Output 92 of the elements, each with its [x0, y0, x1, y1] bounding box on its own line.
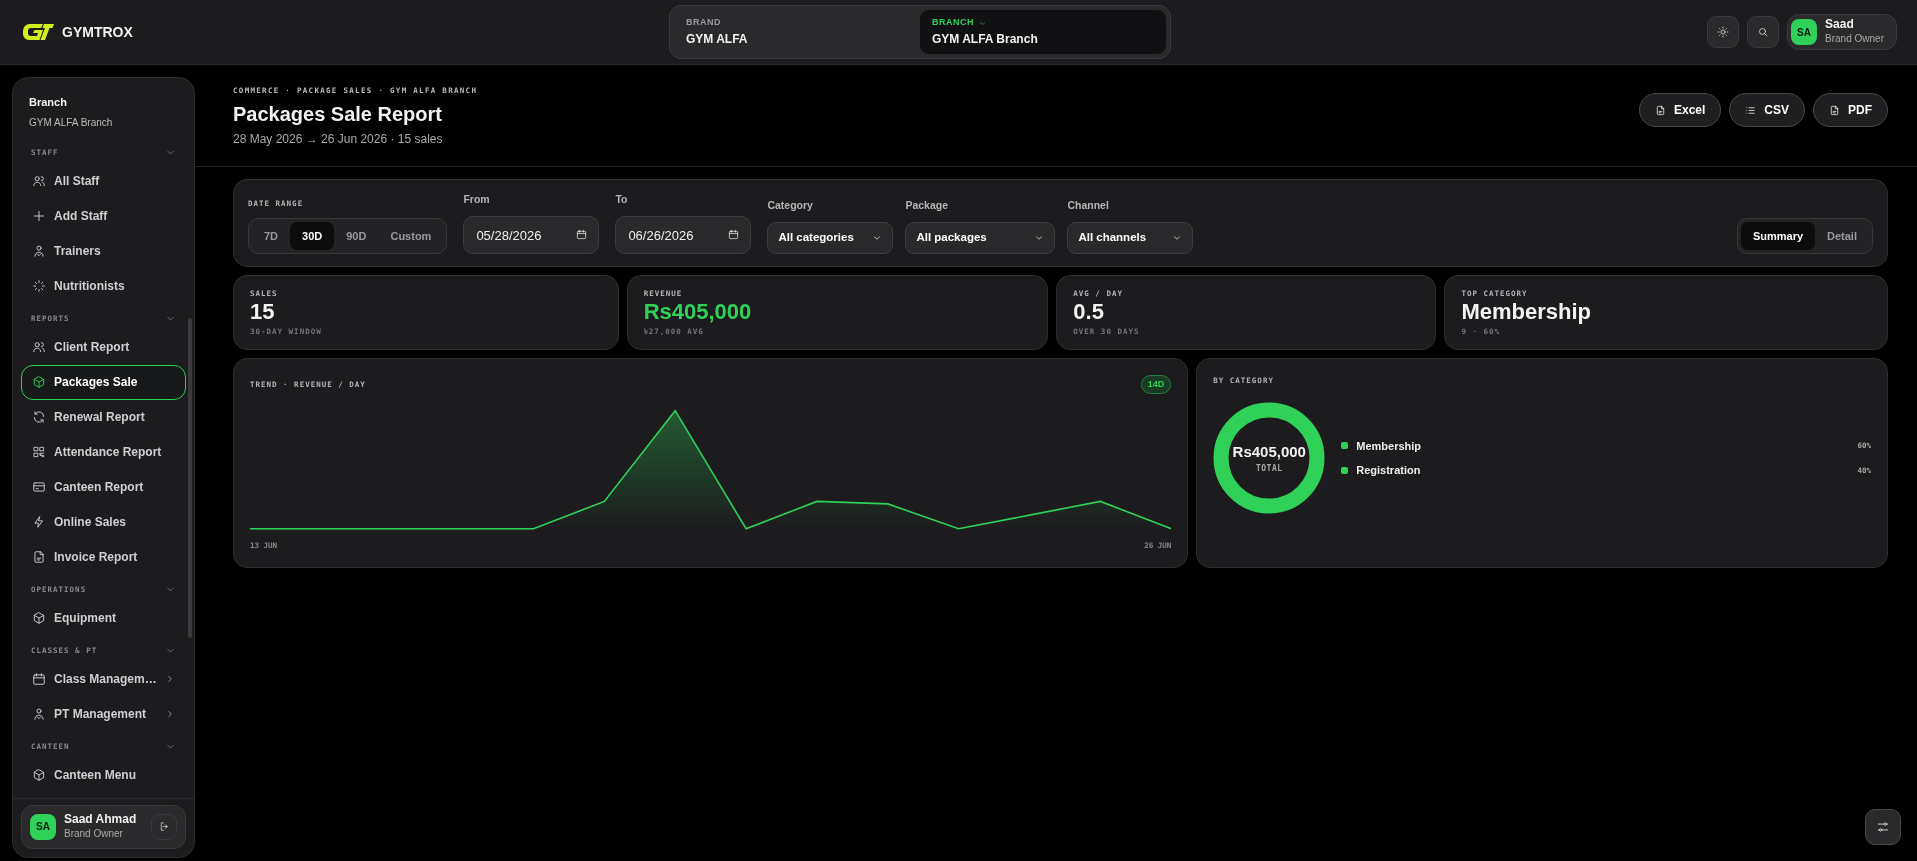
- chevron-down-icon: [1034, 233, 1045, 243]
- range-option[interactable]: 7D: [252, 221, 291, 250]
- switcher-tab[interactable]: BRANCH GYM ALFA Branch: [919, 10, 1166, 54]
- select-field[interactable]: All categories: [767, 222, 894, 254]
- range-option[interactable]: Custom: [378, 221, 444, 250]
- grid-icon: [32, 445, 46, 459]
- user-avatar: SA: [30, 813, 56, 840]
- kpi-value: Membership: [1461, 299, 1593, 326]
- calendar-icon: [576, 229, 588, 240]
- field-label: To: [615, 192, 629, 208]
- legend-label: Membership: [1356, 438, 1423, 454]
- file-icon: [32, 550, 46, 564]
- page-subtitle: 28 May 2026 → 26 Jun 2026 · 15 sales: [233, 131, 444, 149]
- range-option[interactable]: 90D: [334, 221, 379, 250]
- context-value: GYM ALFA Branch: [29, 115, 114, 130]
- range-badge: 14D: [1140, 374, 1172, 395]
- sidebar-item[interactable]: Renewal Report: [21, 399, 186, 435]
- user-menu[interactable]: SA Saad Brand Owner: [1787, 13, 1897, 51]
- settings-button[interactable]: [1865, 809, 1901, 845]
- plus-icon: [32, 209, 46, 223]
- logout-icon[interactable]: [158, 821, 170, 833]
- field-label: Package: [905, 198, 949, 214]
- sun-icon[interactable]: [1717, 26, 1730, 38]
- file-icon: [1829, 104, 1840, 116]
- chevron-down-icon: [1172, 233, 1183, 243]
- user-avatar: SA: [1791, 19, 1818, 45]
- export-button[interactable]: Excel: [1638, 93, 1722, 127]
- users-icon: [32, 174, 46, 188]
- cube-icon: [32, 768, 46, 782]
- sidebar-item[interactable]: Add Staff: [21, 198, 186, 234]
- export-button[interactable]: CSV: [1729, 93, 1805, 127]
- list-icon: [1745, 104, 1757, 116]
- calendar-icon: [728, 229, 740, 240]
- legend-label: Registration: [1356, 463, 1422, 479]
- sidebar-item[interactable]: PT Management: [21, 696, 186, 732]
- field-label: Channel: [1067, 198, 1110, 214]
- user-role: Brand Owner: [1825, 32, 1884, 47]
- theme-button[interactable]: [1707, 16, 1740, 48]
- context-label: Branch: [29, 95, 68, 110]
- range-option[interactable]: 30D: [290, 221, 335, 250]
- user-role: Brand Owner: [64, 827, 124, 841]
- date-field[interactable]: 05/28/2026: [463, 216, 600, 254]
- select-field[interactable]: All packages: [905, 222, 1056, 254]
- person-icon: [32, 244, 46, 258]
- person-icon: [32, 707, 46, 721]
- sidebar-item[interactable]: Client Report: [21, 329, 186, 365]
- kpi-value: 15: [250, 299, 276, 326]
- chevron-down-icon: [872, 233, 883, 243]
- field-label: Category: [767, 198, 814, 214]
- donut-total: Rs405,000: [1232, 441, 1306, 462]
- sidebar-item[interactable]: All Staff: [21, 163, 186, 199]
- donut-label: TOTAL: [1255, 463, 1283, 476]
- lightning-icon: [32, 515, 46, 529]
- view-toggle[interactable]: Detail: [1815, 221, 1869, 250]
- sidebar-item[interactable]: Class Managem…: [21, 661, 186, 697]
- user-name: Saad: [1825, 17, 1855, 32]
- date-field[interactable]: 06/26/2026: [615, 216, 752, 254]
- chevron-right-icon: [165, 709, 175, 719]
- legend-swatch: [1341, 442, 1349, 450]
- kpi-value: 0.5: [1073, 299, 1105, 326]
- legend-swatch: [1341, 466, 1349, 474]
- card-icon: [32, 480, 46, 494]
- sidebar-item[interactable]: Equipment: [21, 600, 186, 636]
- field-label: From: [463, 192, 491, 208]
- sidebar-item[interactable]: Canteen Report: [21, 469, 186, 505]
- settings-icon[interactable]: [1876, 820, 1890, 834]
- sidebar-item[interactable]: Canteen Menu: [21, 757, 186, 793]
- refresh-icon: [32, 410, 46, 424]
- switcher-tab[interactable]: BRAND GYM ALFA: [673, 10, 920, 54]
- select-field[interactable]: All channels: [1067, 222, 1194, 254]
- search-icon[interactable]: [1757, 26, 1770, 38]
- page-title: Packages Sale Report: [233, 102, 443, 128]
- loader-icon: [32, 279, 46, 293]
- sidebar-item[interactable]: Online Sales: [21, 504, 186, 540]
- cube-icon: [32, 611, 46, 625]
- calendar-icon: [32, 672, 46, 686]
- brand-name: GYMTROX: [62, 22, 133, 42]
- file-icon: [1654, 104, 1666, 116]
- export-button[interactable]: PDF: [1813, 93, 1888, 127]
- sidebar-item[interactable]: Packages Sale: [21, 364, 186, 400]
- chevron-right-icon: [165, 674, 175, 684]
- users-icon: [32, 340, 46, 354]
- cube-icon: [32, 375, 46, 389]
- user-name: Saad Ahmad: [64, 812, 138, 826]
- view-toggle[interactable]: Summary: [1740, 221, 1816, 250]
- sidebar-item[interactable]: Invoice Report: [21, 539, 186, 575]
- logo-icon: [20, 22, 54, 42]
- sidebar-item[interactable]: Trainers: [21, 233, 186, 269]
- logout-button[interactable]: [151, 813, 177, 840]
- sidebar-item[interactable]: Nutritionists: [21, 268, 186, 304]
- kpi-value: Rs405,000: [643, 299, 753, 326]
- sidebar-item[interactable]: Attendance Report: [21, 434, 186, 470]
